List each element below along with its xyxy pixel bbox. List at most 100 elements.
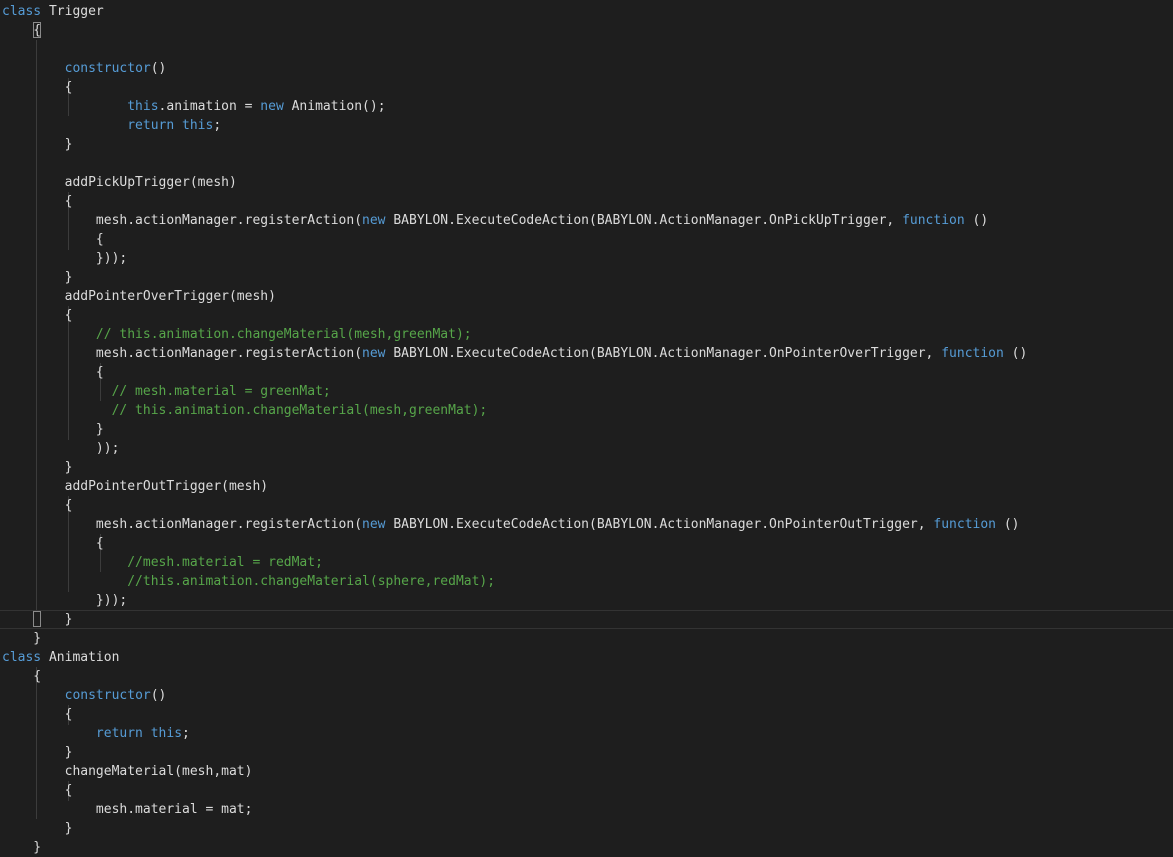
code-line[interactable]: }));	[2, 249, 127, 268]
code-line[interactable]: mesh.material = mat;	[2, 800, 253, 819]
code-token: {	[2, 365, 104, 380]
code-token: }));	[2, 593, 128, 608]
code-line[interactable]: return this;	[2, 724, 190, 743]
code-line[interactable]: mesh.actionManager.registerAction(new BA…	[2, 344, 1027, 363]
code-line[interactable]: //mesh.material = redMat;	[2, 553, 323, 572]
code-token: ()	[1003, 346, 1028, 361]
code-line[interactable]: constructor()	[2, 686, 167, 705]
code-line[interactable]: }	[2, 458, 73, 477]
code-line[interactable]: }	[2, 420, 104, 439]
code-line[interactable]: }	[2, 610, 73, 629]
code-line[interactable]: //this.animation.changeMaterial(sphere,r…	[2, 572, 495, 591]
code-line[interactable]: {	[2, 306, 73, 325]
code-token: mesh.actionManager.registerAction(	[2, 517, 363, 532]
code-token: }	[2, 422, 104, 437]
code-line[interactable]: {	[2, 667, 41, 686]
code-token: }	[2, 745, 73, 760]
code-line[interactable]: }));	[2, 591, 127, 610]
code-line[interactable]: // mesh.material = greenMat;	[2, 382, 331, 401]
keyword-token: constructor	[64, 688, 151, 703]
code-line[interactable]: constructor()	[2, 59, 167, 78]
code-token: {	[2, 669, 42, 684]
keyword-token: class	[2, 4, 42, 19]
code-line[interactable]: {	[2, 78, 73, 97]
code-line[interactable]: mesh.actionManager.registerAction(new BA…	[2, 515, 1020, 534]
code-line[interactable]: {	[2, 363, 104, 382]
code-token: {	[2, 308, 73, 323]
code-token: addPointerOverTrigger(mesh)	[2, 289, 276, 304]
keyword-token: constructor	[64, 61, 151, 76]
code-line[interactable]: }	[2, 819, 73, 838]
code-line[interactable]: changeMaterial(mesh,mat)	[2, 762, 253, 781]
code-line[interactable]: this.animation = new Animation();	[2, 97, 386, 116]
code-token: }	[2, 612, 73, 627]
code-line[interactable]: }	[2, 268, 73, 287]
code-line[interactable]: class Animation	[2, 648, 119, 667]
code-line[interactable]: addPointerOutTrigger(mesh)	[2, 477, 269, 496]
code-line[interactable]: return this;	[2, 116, 221, 135]
code-token: mesh.actionManager.registerAction(	[2, 346, 363, 361]
comment-token: //mesh.material = redMat;	[127, 555, 323, 570]
keyword-token: class	[2, 650, 42, 665]
keyword-token: new	[362, 213, 386, 228]
code-token: }	[2, 270, 73, 285]
code-line[interactable]: {	[2, 705, 73, 724]
code-token: {	[2, 232, 104, 247]
code-token: .animation =	[158, 99, 261, 114]
code-token: ;	[213, 118, 222, 133]
code-token: ;	[182, 726, 190, 741]
code-line[interactable]: {	[2, 21, 41, 40]
code-token: }	[2, 821, 73, 836]
code-line[interactable]: mesh.actionManager.registerAction(new BA…	[2, 211, 988, 230]
code-line[interactable]: // this.animation.changeMaterial(mesh,gr…	[2, 401, 488, 420]
code-token: Animation	[41, 650, 120, 665]
comment-token: // mesh.material = greenMat;	[111, 384, 331, 399]
code-line[interactable]: }	[2, 838, 41, 857]
code-line[interactable]: {	[2, 192, 73, 211]
keyword-token: this	[127, 99, 159, 114]
code-token: }	[2, 137, 73, 152]
code-line[interactable]: addPickUpTrigger(mesh)	[2, 173, 237, 192]
current-line-highlight	[0, 610, 1173, 629]
code-editor[interactable]: class Trigger { constructor() { this.ani…	[0, 0, 1173, 855]
code-line[interactable]: addPointerOverTrigger(mesh)	[2, 287, 276, 306]
code-token: }));	[2, 251, 128, 266]
keyword-token: function	[933, 517, 997, 532]
code-token: BABYLON.ExecuteCodeAction(BABYLON.Action…	[385, 213, 903, 228]
code-line[interactable]: {	[2, 230, 104, 249]
code-token: addPickUpTrigger(mesh)	[2, 175, 237, 190]
code-line[interactable]: class Trigger	[2, 2, 104, 21]
code-line[interactable]: {	[2, 781, 73, 800]
keyword-token: this	[182, 118, 214, 133]
code-line[interactable]: }	[2, 135, 73, 154]
keyword-token: new	[260, 99, 284, 114]
code-line[interactable]: {	[2, 496, 73, 515]
code-token: }	[2, 631, 42, 646]
code-token: ));	[2, 441, 120, 456]
code-line[interactable]: ));	[2, 439, 120, 458]
code-line[interactable]: }	[2, 629, 41, 648]
code-token: Animation();	[283, 99, 386, 114]
keyword-token: this	[150, 726, 183, 741]
code-token: ()	[964, 213, 989, 228]
code-line[interactable]: // this.animation.changeMaterial(mesh,gr…	[2, 325, 472, 344]
keyword-token: function	[941, 346, 1004, 361]
code-line[interactable]: }	[2, 743, 73, 762]
keyword-token: new	[362, 346, 386, 361]
code-token: {	[2, 80, 73, 95]
keyword-token: function	[902, 213, 965, 228]
code-token: {	[2, 707, 73, 722]
code-token: changeMaterial(mesh,mat)	[2, 764, 253, 779]
code-line[interactable]: {	[2, 534, 104, 553]
code-token: {	[2, 194, 73, 209]
code-token: Trigger	[41, 4, 104, 19]
